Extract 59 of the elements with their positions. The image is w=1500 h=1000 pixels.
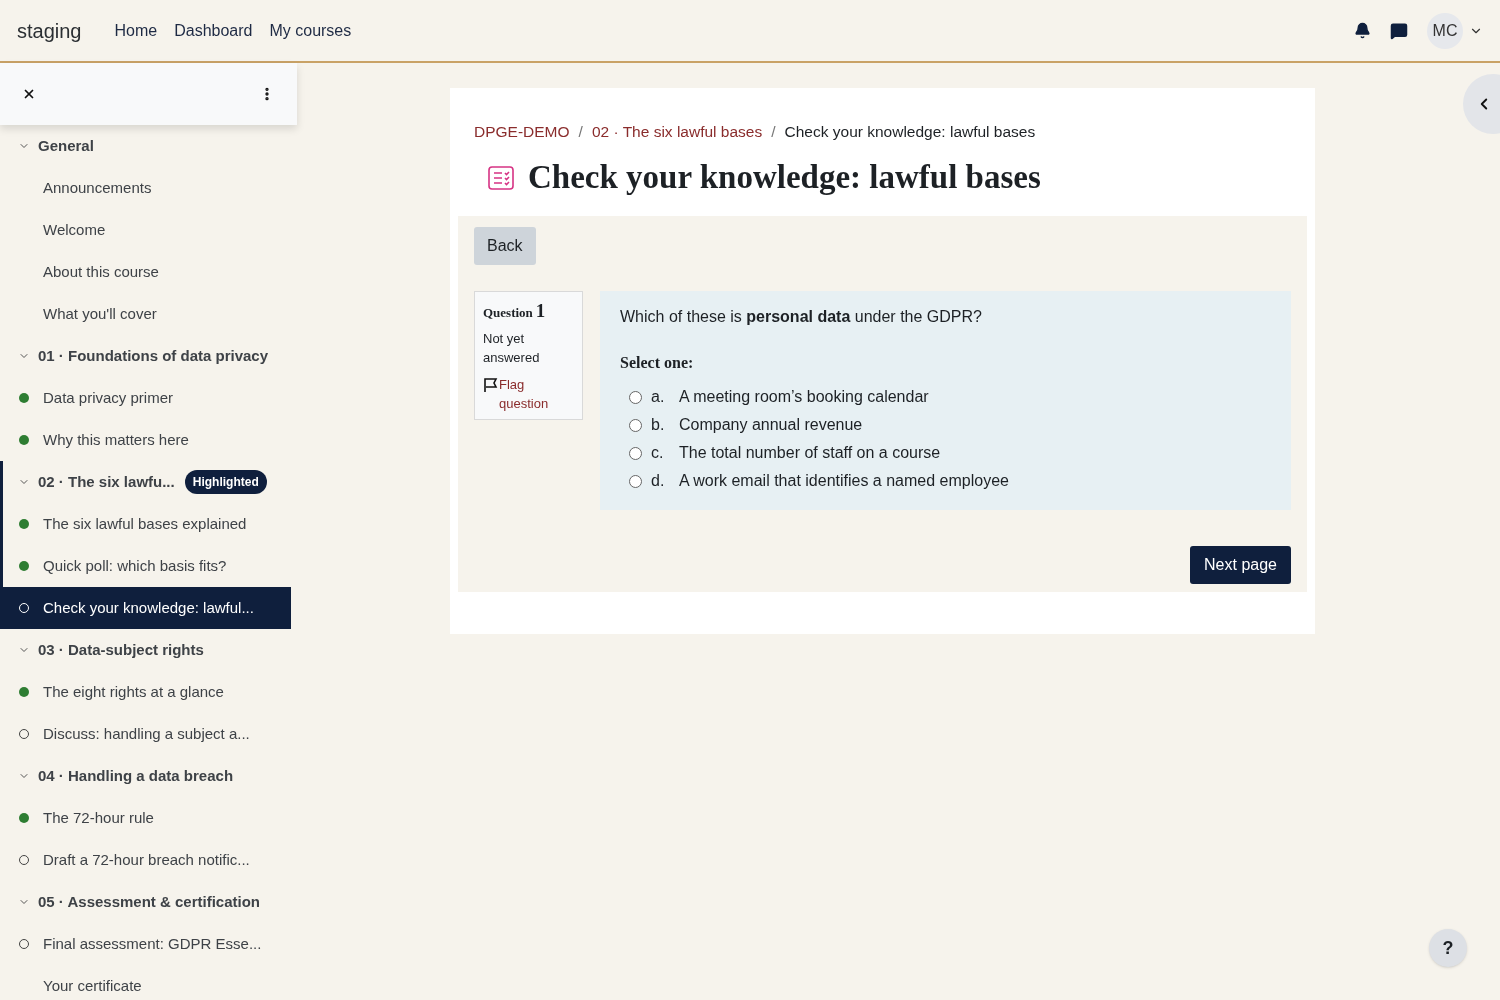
course-item[interactable]: Quick poll: which basis fits?: [3, 545, 291, 587]
close-icon[interactable]: [22, 87, 36, 101]
nav-link[interactable]: Dashboard: [174, 18, 253, 43]
section-title[interactable]: 03 · Data-subject rights: [38, 638, 204, 662]
breadcrumb-separator: /: [771, 122, 776, 142]
nav-link[interactable]: My courses: [269, 18, 352, 43]
next-page-button[interactable]: Next page: [1190, 546, 1291, 585]
course-item[interactable]: The 72-hour rule: [3, 797, 291, 839]
section-title[interactable]: 01 · Foundations of data privacy: [38, 344, 269, 368]
course-item[interactable]: The six lawful bases explained: [3, 503, 291, 545]
site-name[interactable]: staging: [17, 15, 82, 46]
flag-question-link[interactable]: Flag question: [499, 374, 574, 413]
section-title[interactable]: 04 · Handling a data breach: [38, 764, 234, 788]
course-item[interactable]: Your certificate: [3, 965, 291, 1000]
question-state: Not yet answered: [483, 329, 541, 367]
option-letter: b.: [651, 415, 666, 436]
course-item[interactable]: Discuss: handling a subject a...: [3, 713, 291, 755]
messages-icon[interactable]: [1390, 21, 1408, 40]
option-letter: a.: [651, 387, 666, 408]
select-prompt: Select one:: [620, 353, 695, 374]
section-title[interactable]: General: [38, 134, 94, 158]
user-avatar[interactable]: MC: [1427, 12, 1463, 49]
question-text: Which of these is personal data under the GDPR?: [620, 307, 983, 328]
course-item[interactable]: Final assessment: GDPR Esse...: [3, 923, 291, 965]
radio-button[interactable]: [629, 474, 642, 488]
question-label: Question: [483, 304, 533, 323]
option-text[interactable]: A work email that identifies a named employee: [679, 469, 1009, 494]
breadcrumb-link[interactable]: DPGE-DEMO: [474, 120, 570, 144]
option-text[interactable]: A meeting room’s booking calendar: [679, 385, 929, 410]
quiz-icon: [488, 165, 514, 190]
radio-button[interactable]: [629, 446, 642, 460]
breadcrumb-link[interactable]: 02 · The six lawful bases: [591, 120, 763, 144]
radio-button[interactable]: [629, 418, 642, 432]
option-letter: d.: [651, 471, 666, 492]
course-item[interactable]: Draft a 72-hour breach notific...: [3, 839, 291, 881]
course-item[interactable]: Announcements: [3, 167, 291, 209]
nav-link[interactable]: Home: [114, 18, 158, 43]
course-item[interactable]: The eight rights at a glance: [3, 671, 291, 713]
page-title: Check your knowledge: lawful bases: [528, 161, 1041, 195]
course-item[interactable]: Welcome: [3, 209, 291, 251]
option-text[interactable]: The total number of staff on a course: [679, 441, 941, 466]
breadcrumb-separator: /: [578, 122, 583, 142]
flag-icon[interactable]: [483, 376, 499, 393]
question-number: 1: [535, 301, 546, 321]
course-item[interactable]: Data privacy primer: [3, 377, 291, 419]
course-item[interactable]: About this course: [3, 251, 291, 293]
radio-button[interactable]: [629, 390, 642, 404]
option-text[interactable]: Company annual revenue: [679, 413, 863, 438]
option-letter: c.: [651, 443, 665, 464]
course-item[interactable]: What you'll cover: [3, 293, 291, 335]
help-button[interactable]: ?: [1429, 929, 1467, 967]
section-title[interactable]: 05 · Assessment & certification: [38, 890, 261, 914]
current-page-text: Check your knowledge: lawful bases: [784, 122, 1036, 142]
section-title[interactable]: 02 · The six lawfu...: [38, 470, 175, 494]
course-item[interactable]: Why this matters here: [3, 419, 291, 461]
highlighted-badge: Highlighted: [184, 470, 267, 494]
notifications-icon[interactable]: [1354, 22, 1371, 39]
back-button[interactable]: Back: [474, 227, 536, 266]
course-item[interactable]: Check your knowledge: lawful...: [3, 587, 291, 629]
